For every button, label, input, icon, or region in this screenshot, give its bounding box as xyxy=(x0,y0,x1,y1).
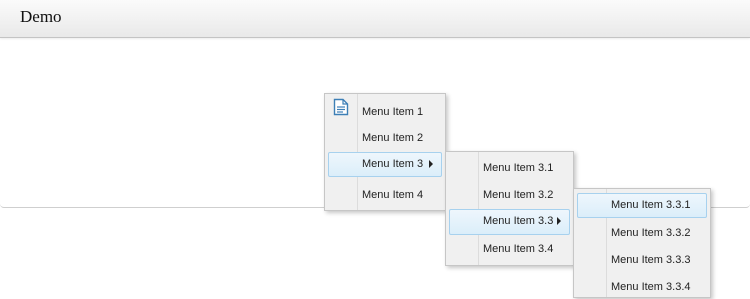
menu-item-label: Menu Item 3.3.4 xyxy=(611,281,691,293)
menu-item-label: Menu Item 3.3.3 xyxy=(611,254,691,266)
menu-item-3-1[interactable]: Menu Item 3.1 xyxy=(449,156,570,180)
menu-item-3-3-2[interactable]: Menu Item 3.3.2 xyxy=(577,221,707,245)
menu-item-label: Menu Item 2 xyxy=(362,132,424,144)
submenu-arrow-icon xyxy=(429,160,433,168)
menu-item-label: Menu Item 3.3.2 xyxy=(611,227,691,239)
menu-item-3-3[interactable]: Menu Item 3.3 xyxy=(449,209,570,235)
menu-item-1[interactable]: Menu Item 1 xyxy=(328,98,442,124)
menu-item-2[interactable]: Menu Item 2 xyxy=(328,126,442,150)
menu-item-3-3-3[interactable]: Menu Item 3.3.3 xyxy=(577,248,707,272)
menu-item-label: Menu Item 4 xyxy=(362,189,424,201)
submenu-arrow-icon xyxy=(557,217,561,225)
menu-item-3[interactable]: Menu Item 3 xyxy=(328,152,442,177)
menu-item-label: Menu Item 3.2 xyxy=(483,189,554,201)
menu-item-label: Menu Item 3 xyxy=(362,158,424,170)
submenu-3-3: Menu Item 3.3.1 Menu Item 3.3.2 Menu Ite… xyxy=(573,188,711,298)
menu-item-label: Menu Item 1 xyxy=(362,106,424,118)
menu-item-4[interactable]: Menu Item 4 xyxy=(328,183,442,207)
context-menu: Menu Item 1 Menu Item 2 Menu Item 3 Menu… xyxy=(324,93,446,211)
menu-item-label: Menu Item 3.3.1 xyxy=(611,199,691,211)
page-header: Demo xyxy=(0,0,750,38)
menu-item-3-3-4[interactable]: Menu Item 3.3.4 xyxy=(577,275,707,299)
menu-item-label: Menu Item 3.4 xyxy=(483,243,554,255)
menu-item-3-3-1[interactable]: Menu Item 3.3.1 xyxy=(577,193,707,218)
menu-item-3-2[interactable]: Menu Item 3.2 xyxy=(449,183,570,207)
menu-item-3-4[interactable]: Menu Item 3.4 xyxy=(449,237,570,261)
page-title: Demo xyxy=(20,7,62,26)
menu-item-label: Menu Item 3.3 xyxy=(483,215,554,227)
document-icon xyxy=(333,98,349,116)
submenu-3: Menu Item 3.1 Menu Item 3.2 Menu Item 3.… xyxy=(445,151,574,266)
menu-item-label: Menu Item 3.1 xyxy=(483,162,554,174)
